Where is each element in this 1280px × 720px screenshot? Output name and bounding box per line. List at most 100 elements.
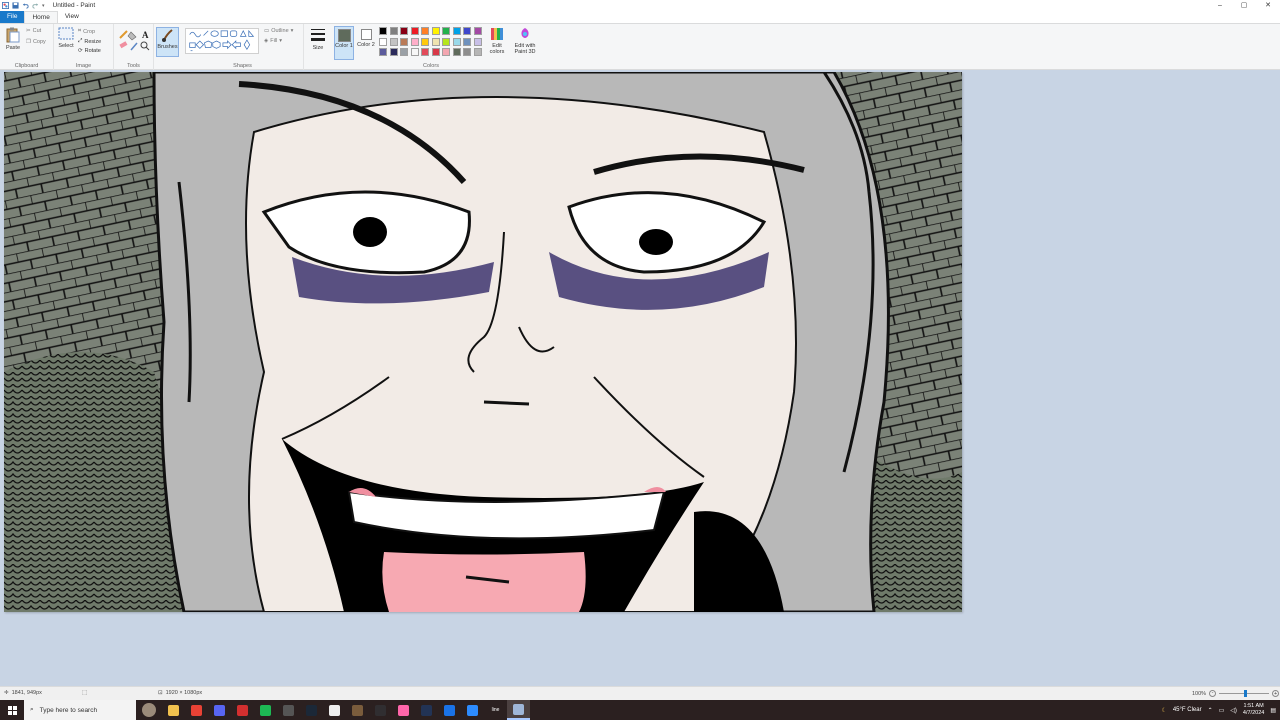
weather-text: 45°F Clear	[1172, 707, 1202, 713]
palette-swatch[interactable]	[400, 27, 408, 35]
palette-swatch[interactable]	[421, 37, 429, 46]
palette-swatch[interactable]	[442, 27, 450, 35]
canvas-size: ⊡ 1920 × 1080px	[158, 690, 202, 696]
shapes-gallery[interactable]	[185, 28, 259, 54]
taskbar-search[interactable]: ⌕ Type here to search	[24, 700, 136, 720]
clock-time: 1:51 AM	[1243, 703, 1264, 709]
palette-swatch[interactable]	[452, 48, 461, 56]
crop-button[interactable]: ⌗ Crop	[78, 28, 95, 35]
taskbar-app-chrome[interactable]	[185, 700, 208, 720]
taskbar-app-line[interactable]: line	[484, 700, 507, 720]
palette-swatch[interactable]	[410, 48, 419, 56]
zoom-out-button[interactable]: -	[1209, 690, 1217, 697]
palette-swatch[interactable]	[473, 48, 482, 56]
palette-swatch[interactable]	[431, 37, 440, 46]
edit-colors-button[interactable]: Edit colors	[486, 27, 508, 55]
select-button[interactable]: Select	[57, 27, 75, 49]
taskbar-app-zoom[interactable]	[461, 700, 484, 720]
chevron-up-icon[interactable]: ⌃	[1208, 707, 1213, 714]
text-icon[interactable]: A	[142, 30, 149, 40]
palette-swatch[interactable]	[473, 37, 482, 46]
palette-swatch[interactable]	[421, 27, 429, 35]
paste-button[interactable]: Paste	[3, 27, 23, 51]
taskbar-app-app-red[interactable]	[231, 700, 254, 720]
app-dark-icon	[421, 704, 432, 716]
size-button[interactable]: Size	[307, 27, 329, 51]
close-button[interactable]: ✕	[1256, 0, 1280, 11]
taskbar-app-spotify[interactable]	[254, 700, 277, 720]
palette-swatch[interactable]	[463, 27, 471, 35]
palette-swatch[interactable]	[431, 27, 440, 35]
palette-swatch[interactable]	[410, 27, 419, 35]
start-button[interactable]	[0, 700, 24, 720]
palette-swatch[interactable]	[442, 37, 450, 46]
cut-button[interactable]: ✂ Cut	[26, 28, 41, 34]
qat-customize-icon[interactable]: ▾	[42, 3, 45, 9]
outline-button[interactable]: ▭ Outline ▾	[264, 28, 293, 34]
notification-icon[interactable]: ▤	[1270, 707, 1276, 714]
taskbar-app-minecraft[interactable]	[346, 700, 369, 720]
taskbar-app-epic-games[interactable]	[277, 700, 300, 720]
right-pupil	[639, 229, 673, 255]
palette-swatch[interactable]	[389, 48, 398, 56]
taskbar-app-file-explorer[interactable]	[162, 700, 185, 720]
cortana-avatar[interactable]	[136, 700, 162, 720]
eraser-icon[interactable]	[119, 41, 128, 49]
minimize-button[interactable]: –	[1208, 0, 1232, 11]
palette-swatch[interactable]	[389, 37, 398, 46]
color1-button[interactable]: Color 1	[334, 26, 354, 60]
tab-home[interactable]: Home	[24, 11, 58, 23]
pencil-icon[interactable]	[119, 30, 128, 39]
save-icon[interactable]	[12, 2, 19, 9]
fill-button[interactable]: ◈ Fill ▾	[264, 38, 282, 44]
redo-icon[interactable]	[32, 2, 39, 9]
selection-size: ⬚	[82, 690, 87, 696]
palette-swatch[interactable]	[442, 48, 450, 56]
resize-button[interactable]: ⤢ Resize	[78, 38, 101, 45]
palette-swatch[interactable]	[431, 48, 440, 56]
brushes-button[interactable]: Brushes	[156, 27, 179, 57]
taskbar-app-paint[interactable]	[507, 700, 530, 720]
tongue	[382, 552, 586, 612]
tab-view[interactable]: View	[58, 11, 86, 23]
taskbar-app-discord[interactable]	[208, 700, 231, 720]
palette-swatch[interactable]	[379, 48, 387, 56]
palette-swatch[interactable]	[400, 37, 408, 46]
drawing-canvas[interactable]	[4, 72, 962, 612]
zoom-slider-thumb[interactable]	[1244, 690, 1248, 697]
network-icon[interactable]: ▭	[1219, 707, 1225, 714]
maximize-button[interactable]: ▢	[1232, 0, 1256, 11]
palette-swatch[interactable]	[389, 27, 398, 35]
magnifier-icon[interactable]	[140, 41, 150, 51]
rotate-button[interactable]: ⟳ Rotate	[78, 48, 101, 54]
palette-swatch[interactable]	[379, 27, 387, 35]
zoom-in-button[interactable]: +	[1272, 690, 1280, 697]
edit-paint3d-button[interactable]: Edit with Paint 3D	[511, 27, 539, 55]
taskbar-app-app-dark[interactable]	[415, 700, 438, 720]
palette-swatch[interactable]	[400, 48, 408, 56]
palette-swatch[interactable]	[473, 27, 482, 35]
taskbar-app-app-blue[interactable]	[438, 700, 461, 720]
palette-swatch[interactable]	[463, 37, 471, 46]
palette-swatch[interactable]	[410, 37, 419, 46]
clock[interactable]: 1:51 AM 4/7/2024	[1243, 703, 1264, 717]
color2-button[interactable]: Color 2	[356, 26, 376, 60]
taskbar-app-osu[interactable]	[392, 700, 415, 720]
palette-swatch[interactable]	[379, 37, 387, 46]
fill-icon[interactable]	[127, 31, 137, 41]
zoom-slider[interactable]	[1219, 690, 1270, 697]
tab-file[interactable]: File	[0, 11, 25, 23]
palette-swatch[interactable]	[421, 48, 429, 56]
copy-button[interactable]: ❐ Copy	[26, 39, 46, 45]
taskbar-app-media[interactable]	[323, 700, 346, 720]
taskbar-app-steam[interactable]	[300, 700, 323, 720]
color-picker-icon[interactable]	[130, 42, 138, 51]
palette-swatch[interactable]	[463, 48, 471, 56]
tools-group-label: Tools	[127, 63, 140, 69]
undo-icon[interactable]	[22, 2, 29, 9]
speaker-icon[interactable]: ◁)	[1230, 707, 1237, 714]
taskbar-app-obs[interactable]	[369, 700, 392, 720]
moon-weather-icon: ☾	[1161, 707, 1167, 714]
palette-swatch[interactable]	[452, 27, 461, 35]
palette-swatch[interactable]	[452, 37, 461, 46]
